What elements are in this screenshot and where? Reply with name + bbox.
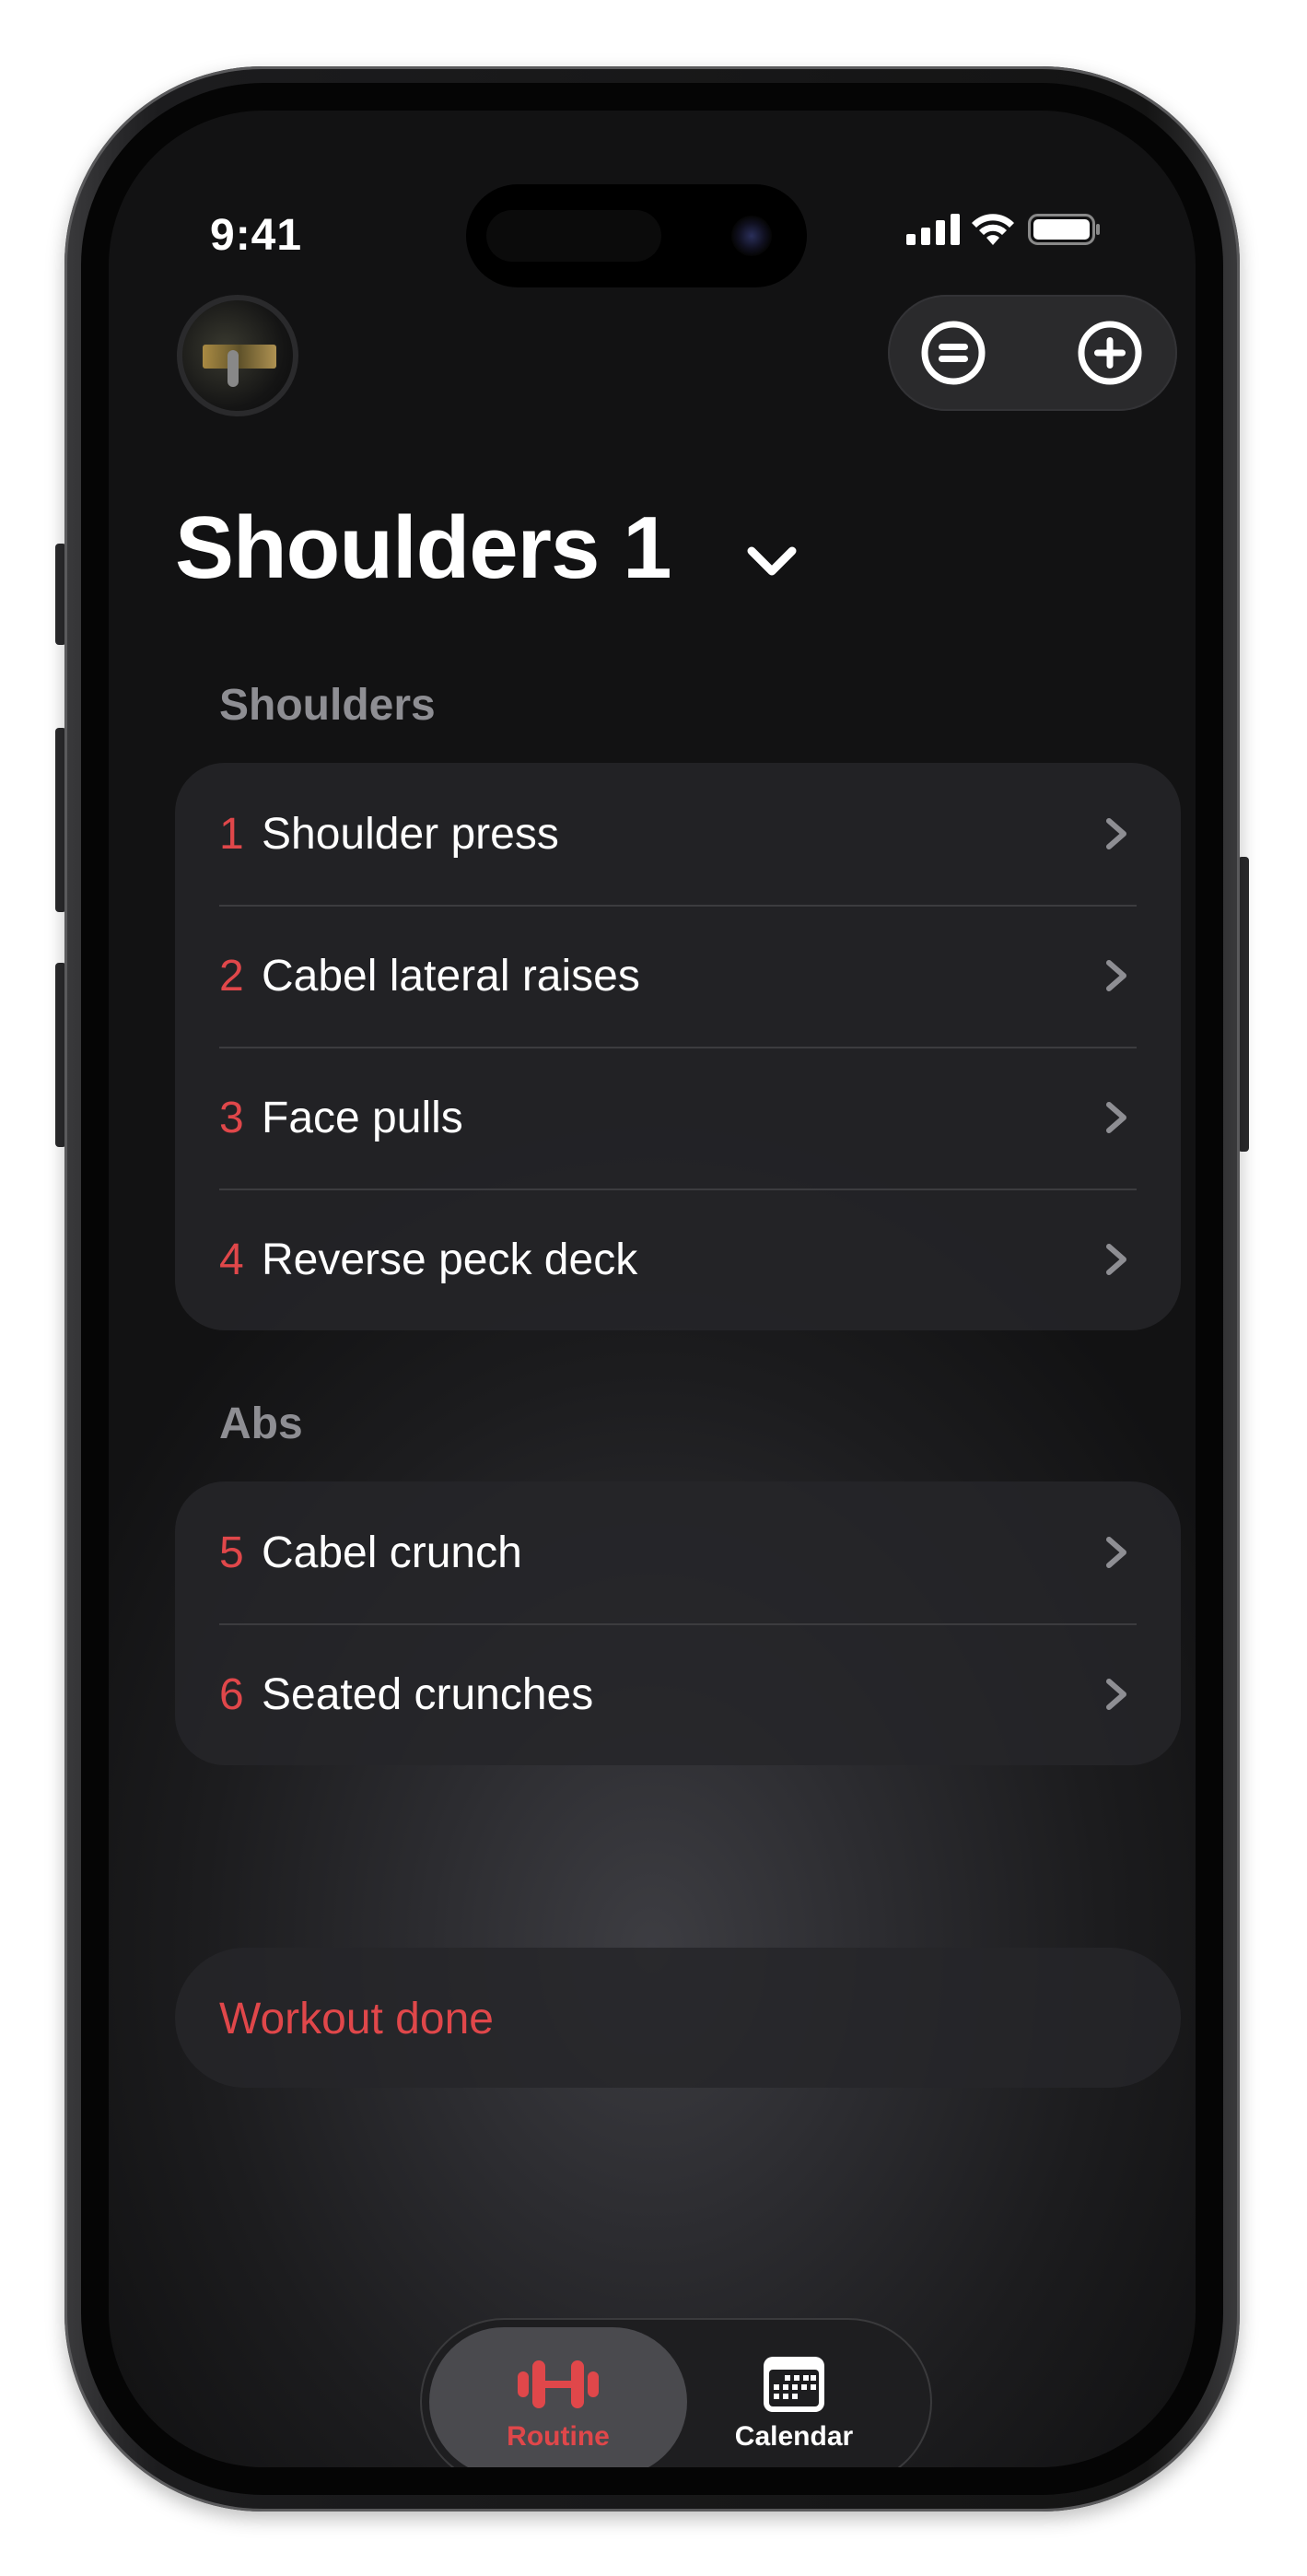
- dumbbell-icon: [518, 2360, 599, 2408]
- chevron-right-icon: [1106, 1679, 1126, 1710]
- exercise-list-abs: 5 Cabel crunch 6 Seated crunches: [175, 1481, 1181, 1765]
- dynamic-island: [466, 184, 807, 287]
- phone-bezel: 9:41 Shoulders 1 Shoulders 1 Shoulder pr…: [81, 83, 1223, 2495]
- exercise-row[interactable]: 2 Cabel lateral raises: [175, 905, 1181, 1047]
- exercise-number: 4: [219, 1235, 244, 1284]
- exercise-name: Reverse peck deck: [262, 1235, 638, 1284]
- avatar-photo-person: [228, 350, 239, 387]
- phone-frame: 9:41 Shoulders 1 Shoulders 1 Shoulder pr…: [64, 66, 1240, 2512]
- exercise-row[interactable]: 1 Shoulder press: [175, 763, 1181, 905]
- tab-routine[interactable]: Routine: [438, 2318, 678, 2467]
- tab-label: Routine: [507, 2421, 610, 2452]
- chevron-right-icon: [1106, 1102, 1126, 1133]
- chevron-right-icon: [1106, 818, 1126, 849]
- exercise-number: 2: [219, 951, 244, 1001]
- exercise-number: 3: [219, 1093, 244, 1142]
- exercise-name: Seated crunches: [262, 1669, 594, 1719]
- exercise-number: 6: [219, 1669, 244, 1719]
- tab-calendar[interactable]: Calendar: [674, 2318, 914, 2467]
- chevron-down-icon[interactable]: [744, 542, 799, 579]
- page-title[interactable]: Shoulders 1: [175, 498, 671, 599]
- filter-circle-icon[interactable]: [919, 319, 987, 387]
- camera-icon: [731, 216, 772, 256]
- calendar-icon: [764, 2357, 824, 2412]
- screen: 9:41 Shoulders 1 Shoulders 1 Shoulder pr…: [109, 111, 1196, 2467]
- exercise-name: Face pulls: [262, 1093, 463, 1142]
- tab-bar: Routine Calendar: [420, 2318, 932, 2467]
- exercise-row[interactable]: 5 Cabel crunch: [175, 1481, 1181, 1623]
- section-heading-abs: Abs: [219, 1399, 303, 1448]
- battery-icon: [1028, 214, 1100, 245]
- exercise-number: 1: [219, 809, 244, 859]
- exercise-row[interactable]: 6 Seated crunches: [175, 1623, 1181, 1765]
- wifi-icon: [972, 214, 1014, 245]
- exercise-number: 5: [219, 1528, 244, 1577]
- exercise-name: Cabel lateral raises: [262, 951, 640, 1001]
- status-time: 9:41: [210, 211, 303, 260]
- tab-label: Calendar: [734, 2421, 854, 2452]
- exercise-row[interactable]: 4 Reverse peck deck: [175, 1188, 1181, 1330]
- island-sensor: [486, 210, 661, 262]
- workout-done-button[interactable]: Workout done: [175, 1948, 1181, 2088]
- status-bar: 9:41: [109, 111, 1196, 287]
- avatar[interactable]: [177, 295, 298, 416]
- workout-done-label: Workout done: [219, 1995, 494, 2043]
- exercise-list-shoulders: 1 Shoulder press 2 Cabel lateral raises …: [175, 763, 1181, 1330]
- chevron-right-icon: [1106, 1537, 1126, 1568]
- add-circle-icon[interactable]: [1076, 319, 1144, 387]
- header-actions: [888, 295, 1177, 411]
- chevron-right-icon: [1106, 1244, 1126, 1275]
- section-heading-shoulders: Shoulders: [219, 681, 436, 730]
- exercise-name: Cabel crunch: [262, 1528, 522, 1577]
- signal-icon: [906, 214, 960, 245]
- exercise-name: Shoulder press: [262, 809, 559, 859]
- chevron-right-icon: [1106, 960, 1126, 991]
- exercise-row[interactable]: 3 Face pulls: [175, 1047, 1181, 1188]
- avatar-photo-city: [203, 345, 276, 369]
